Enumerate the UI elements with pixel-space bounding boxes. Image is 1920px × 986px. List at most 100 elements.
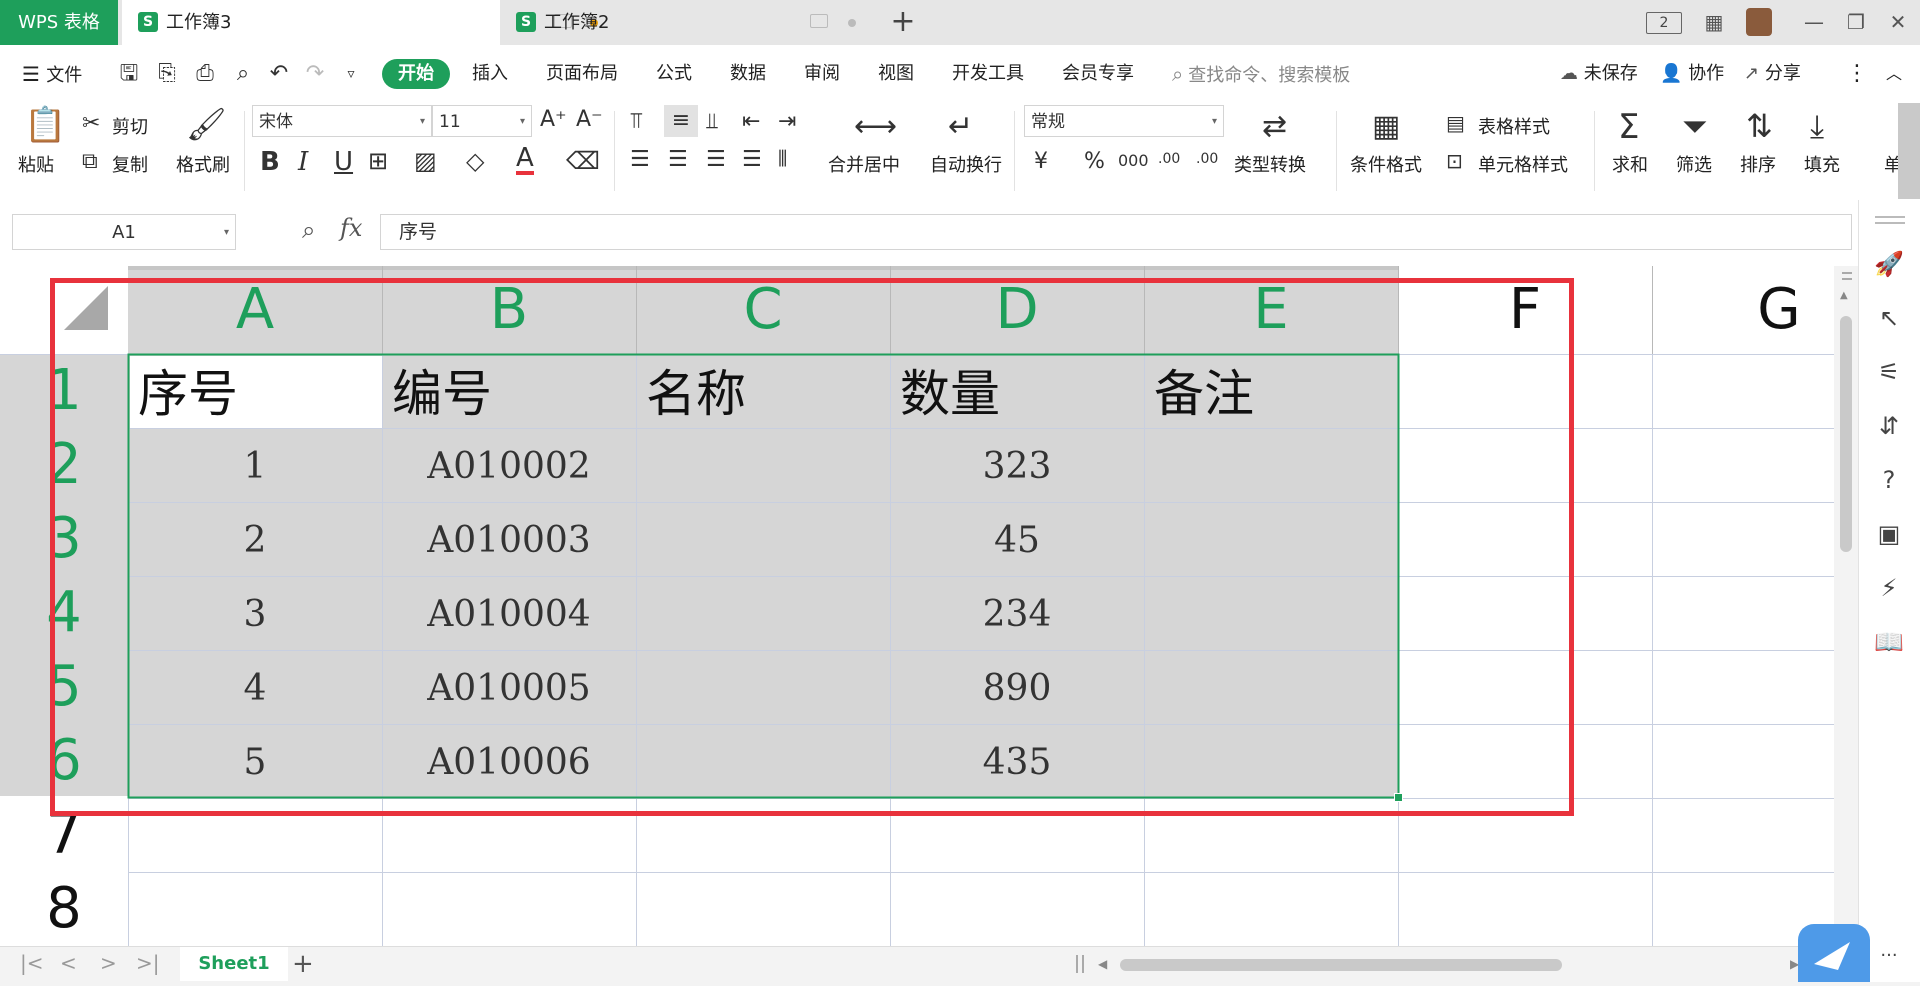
clear-format-icon[interactable]: ⌫: [566, 147, 600, 175]
type-convert-button[interactable]: 类型转换: [1234, 151, 1306, 177]
page-count-icon[interactable]: 2: [1646, 12, 1682, 34]
vertical-scroll-thumb[interactable]: [1840, 316, 1852, 552]
cut-button[interactable]: 剪切: [112, 113, 148, 139]
close-window-icon[interactable]: ✕: [1884, 10, 1912, 34]
font-color-button[interactable]: A: [516, 145, 534, 175]
align-bottom-icon[interactable]: ⫫: [706, 109, 718, 134]
unsaved-status[interactable]: ☁ 未保存: [1560, 45, 1638, 103]
type-convert-icon[interactable]: ⇄: [1262, 109, 1287, 144]
redo-icon[interactable]: ↷: [302, 61, 328, 87]
transform-icon[interactable]: ⇵: [1873, 410, 1905, 442]
menu-data[interactable]: 数据: [730, 45, 766, 103]
sheet-tab-sheet1[interactable]: Sheet1: [180, 947, 288, 981]
table-style-icon[interactable]: ▤: [1446, 111, 1465, 135]
thousands-button[interactable]: 000: [1118, 151, 1149, 170]
bold-button[interactable]: B: [260, 147, 280, 177]
border-icon[interactable]: ⊞: [368, 147, 388, 175]
sum-button[interactable]: 求和: [1612, 151, 1648, 177]
sort-button[interactable]: 排序: [1740, 151, 1776, 177]
cell-style-button[interactable]: 单元格样式: [1478, 151, 1568, 177]
name-box[interactable]: A1 ▾: [12, 214, 236, 250]
more-menu-icon[interactable]: ⋮: [1846, 45, 1868, 103]
font-size-select[interactable]: 11 ▾: [432, 105, 532, 137]
fx-button[interactable]: fx: [340, 214, 362, 242]
merge-center-button[interactable]: 合并居中: [828, 151, 900, 177]
indent-decrease-icon[interactable]: ⇤: [742, 109, 760, 134]
vertical-scrollbar[interactable]: ▲: [1834, 266, 1858, 946]
scroll-left-icon[interactable]: ◀: [1098, 957, 1107, 971]
command-search[interactable]: ⌕ 查找命令、搜索模板: [1172, 61, 1432, 87]
align-top-icon[interactable]: ⫪: [630, 109, 642, 134]
monitor-icon[interactable]: [810, 14, 828, 28]
sum-icon[interactable]: Σ: [1618, 107, 1639, 147]
ribbon-scroll-right[interactable]: [1898, 103, 1920, 199]
copy-icon[interactable]: ⧉: [82, 149, 98, 174]
menu-home[interactable]: 开始: [382, 59, 450, 89]
menu-file[interactable]: ☰ 文件: [22, 45, 82, 103]
font-name-select[interactable]: 宋体 ▾: [252, 105, 432, 137]
fill-icon[interactable]: ⤓: [1810, 107, 1824, 146]
collapse-ribbon-icon[interactable]: ︿: [1886, 45, 1902, 103]
percent-button[interactable]: %: [1084, 149, 1105, 174]
format-painter-button[interactable]: 格式刷: [176, 151, 230, 177]
fill-color-icon[interactable]: ◇: [466, 147, 484, 175]
align-middle-icon[interactable]: ≡: [664, 105, 698, 137]
align-left-icon[interactable]: ☰: [630, 147, 650, 172]
settings-sliders-icon[interactable]: ⚟: [1873, 356, 1905, 388]
doc-tab[interactable]: S 工作簿2: [500, 0, 878, 45]
apps-grid-icon[interactable]: ▦: [1700, 10, 1728, 34]
decimal-increase-button[interactable]: .00: [1158, 151, 1180, 167]
quick-access-dropdown-icon[interactable]: ▿: [338, 61, 364, 87]
menu-page-layout[interactable]: 页面布局: [546, 45, 618, 103]
export-icon[interactable]: ⎘: [154, 61, 180, 87]
help-icon[interactable]: ?: [1873, 464, 1905, 496]
close-dot-icon[interactable]: [848, 19, 856, 27]
align-center-icon[interactable]: ☰: [668, 147, 688, 172]
underline-button[interactable]: U: [334, 147, 353, 177]
save-icon[interactable]: 🖫: [116, 61, 142, 87]
select-pointer-icon[interactable]: ↖: [1873, 302, 1905, 334]
book-search-icon[interactable]: 📖: [1873, 626, 1905, 658]
paste-button[interactable]: 粘贴: [18, 151, 54, 177]
collab-button[interactable]: 👤 协作: [1660, 45, 1724, 103]
scroll-up-icon[interactable]: ▲: [1840, 290, 1848, 301]
add-tab-button[interactable]: +: [888, 4, 918, 40]
menu-member[interactable]: 会员专享: [1062, 45, 1134, 103]
fill-button[interactable]: 填充: [1804, 151, 1840, 177]
zoom-formula-icon[interactable]: ⌕: [302, 216, 315, 244]
conditional-format-button[interactable]: 条件格式: [1350, 151, 1422, 177]
align-right-icon[interactable]: ☰: [706, 147, 726, 172]
restore-icon[interactable]: ❐: [1842, 10, 1870, 34]
wrap-text-icon[interactable]: ↵: [948, 109, 973, 144]
scissors-icon[interactable]: ✂: [82, 111, 100, 136]
horizontal-scroll-thumb[interactable]: [1120, 959, 1562, 971]
rocket-icon[interactable]: 🚀: [1873, 248, 1905, 280]
menu-view[interactable]: 视图: [878, 45, 914, 103]
share-button[interactable]: ↗ 分享: [1744, 45, 1801, 103]
number-format-select[interactable]: 常规 ▾: [1024, 105, 1224, 137]
doc-tab-active[interactable]: S 工作簿3: [122, 0, 598, 45]
print-preview-icon[interactable]: ⌕: [230, 61, 256, 87]
image-gallery-icon[interactable]: ▣: [1873, 518, 1905, 550]
font-shrink-icon[interactable]: A⁻: [576, 107, 603, 132]
merge-center-icon[interactable]: ⟷: [854, 109, 897, 144]
print-icon[interactable]: ⎙: [192, 61, 218, 87]
prev-sheet-icon[interactable]: <: [60, 951, 77, 975]
font-grow-icon[interactable]: A⁺: [540, 107, 567, 132]
menu-formula[interactable]: 公式: [656, 45, 692, 103]
avatar[interactable]: [1746, 8, 1772, 36]
add-sheet-icon[interactable]: +: [292, 947, 314, 981]
copy-button[interactable]: 复制: [112, 151, 148, 177]
last-sheet-icon[interactable]: >|: [136, 951, 160, 975]
wrap-text-button[interactable]: 自动换行: [930, 151, 1002, 177]
formula-input[interactable]: 序号: [380, 214, 1852, 250]
decimal-decrease-button[interactable]: .00: [1196, 151, 1218, 167]
italic-button[interactable]: I: [298, 147, 308, 177]
conditional-format-icon[interactable]: ▦: [1372, 109, 1400, 144]
menu-developer[interactable]: 开发工具: [952, 45, 1024, 103]
lightning-icon[interactable]: ⚡: [1873, 572, 1905, 604]
indent-increase-icon[interactable]: ⇥: [778, 109, 796, 134]
assistant-bird-icon[interactable]: [1798, 924, 1870, 982]
sort-icon[interactable]: ⇅: [1746, 107, 1773, 145]
cell-style-icon[interactable]: ⊡: [1446, 149, 1463, 173]
